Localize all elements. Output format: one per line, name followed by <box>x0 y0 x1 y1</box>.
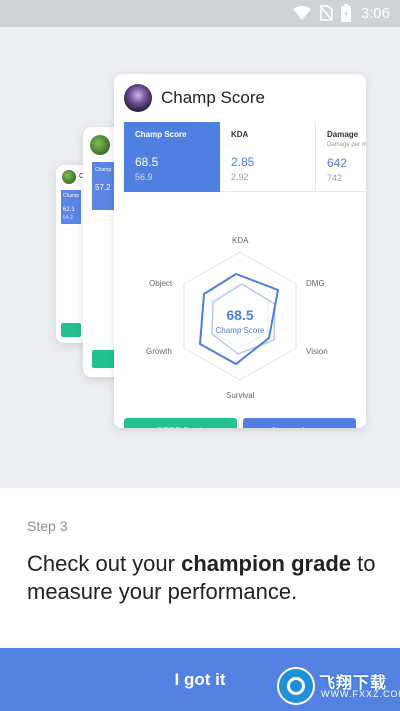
step-highlight: champion grade <box>181 551 351 576</box>
step-description: Check out your champion grade to measure… <box>27 551 376 604</box>
radar-label-vision: Vision <box>306 347 328 356</box>
stats-row: Champ Score 68.5 56.9 KDA 2.85 2.92 Dama… <box>124 122 366 192</box>
tutorial-illustration: C Champ 62.1 54.2 Champ 57.2 Champ Score… <box>0 27 400 488</box>
battery-icon <box>340 4 351 22</box>
mini-button <box>61 323 81 337</box>
step-label: Step 3 <box>27 518 68 534</box>
radar-label-growth: Growth <box>146 347 172 356</box>
card-header: Champ Score <box>124 84 265 112</box>
mini-avatar <box>90 135 110 155</box>
mini-avatar <box>62 170 76 184</box>
radar-label-dmg: DMG <box>306 279 325 288</box>
wifi-icon <box>292 6 311 20</box>
clock: 3:06 <box>360 4 390 22</box>
tutorial-text-panel: Step 3 Check out your champion grade to … <box>0 488 400 648</box>
stat-damage: Damage Damage per m 642 742 <box>316 122 366 192</box>
no-sim-icon <box>319 5 333 21</box>
status-icons: 3:06 <box>292 4 390 22</box>
champ-score-card: Champ Score Champ Score 68.5 56.9 KDA 2.… <box>114 74 366 428</box>
radar-score-value: 68.5 <box>226 307 254 323</box>
radar-score-label: Champ Score <box>215 326 265 335</box>
perf-rank-button: PERF Rank <box>124 418 237 428</box>
stat-champ-score: Champ Score 68.5 56.9 <box>124 122 220 192</box>
champion-avatar <box>124 84 152 112</box>
radar-chart: KDA DMG Vision Survival Growth Object 68… <box>114 204 366 404</box>
stat-kda: KDA 2.85 2.92 <box>220 122 316 192</box>
status-bar: 3:06 <box>0 0 400 27</box>
radar-label-kda: KDA <box>232 236 249 245</box>
i-got-it-button[interactable]: I got it <box>0 648 400 711</box>
card-title: Champ Score <box>161 88 265 107</box>
champ-for-you-button: Champ for you <box>243 418 356 428</box>
radar-graphic <box>183 251 297 381</box>
mini-score-panel: Champ 62.1 54.2 <box>61 190 81 224</box>
radar-label-survival: Survival <box>226 391 255 400</box>
radar-label-object: Object <box>149 279 173 288</box>
